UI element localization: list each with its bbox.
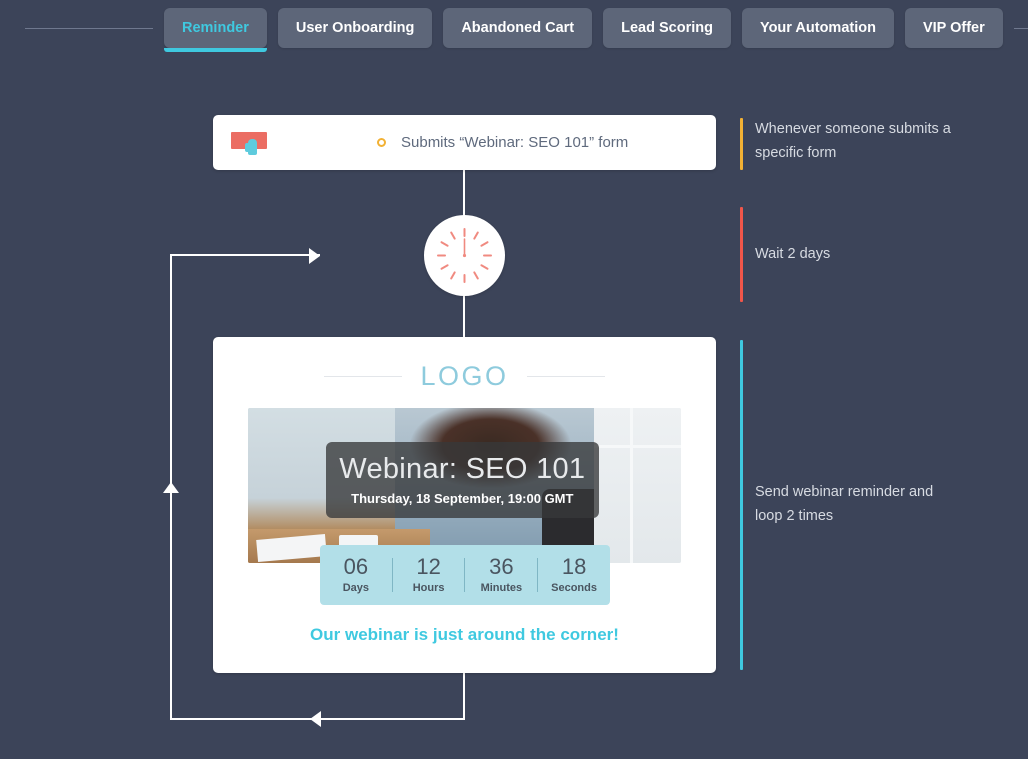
countdown-value: 12 <box>416 554 441 579</box>
hero-text-overlay: Webinar: SEO 101 Thursday, 18 September,… <box>325 442 599 519</box>
loop-line-top <box>170 254 320 256</box>
countdown-value: 06 <box>343 554 369 579</box>
countdown-cell-days: 06 Days <box>320 554 392 595</box>
hero-subtitle: Thursday, 18 September, 19:00 GMT <box>351 491 574 507</box>
countdown-value: 36 <box>489 554 514 579</box>
trigger-body: Submits “Webinar: SEO 101” form <box>377 134 628 151</box>
trigger-node-card[interactable]: Submits “Webinar: SEO 101” form <box>213 115 716 170</box>
countdown-cell-seconds: 18 Seconds <box>538 554 610 595</box>
email-hero-image: Webinar: SEO 101 Thursday, 18 September,… <box>248 408 681 563</box>
trigger-label: Submits “Webinar: SEO 101” form <box>401 134 629 151</box>
countdown-cell-minutes: 36 Minutes <box>465 554 537 595</box>
annotation-bar <box>740 340 743 670</box>
annotation-bar <box>740 207 743 302</box>
annotation-trigger: Whenever someone submits a specific form <box>740 118 951 170</box>
countdown-timer: 06 Days 12 Hours 36 Minutes 18 Seconds <box>320 545 610 605</box>
loop-arrow-up <box>163 482 179 493</box>
email-node-card[interactable]: LOGO Webinar: SEO 101 Thursday, 18 Septe… <box>213 337 716 673</box>
email-tagline: Our webinar is just around the corner! <box>310 625 619 644</box>
annotation-wait: Wait 2 days <box>740 207 830 302</box>
countdown-cell-hours: 12 Hours <box>393 554 465 595</box>
automation-flow-canvas: Submits “Webinar: SEO 101” form LOGO Web… <box>0 0 1028 759</box>
yellow-circle-icon <box>377 138 386 147</box>
annotation-bar <box>740 118 743 170</box>
email-logo: LOGO <box>420 361 509 391</box>
countdown-label: Minutes <box>480 582 523 594</box>
countdown-label: Days <box>342 582 370 594</box>
annotation-text: Wait 2 days <box>755 245 831 262</box>
connector-email-to-loop-bottom <box>463 672 465 720</box>
annotation-text: Send webinar reminder and loop 2 times <box>755 484 934 524</box>
loop-arrow-bottom <box>310 711 321 727</box>
logo-rule-left <box>324 376 403 377</box>
connector-clock-to-email <box>463 292 465 338</box>
loop-arrow-left <box>309 248 320 264</box>
connector-trigger-to-clock <box>463 170 465 218</box>
hero-title: Webinar: SEO 101 <box>339 452 586 485</box>
wait-node-clock[interactable] <box>424 215 505 296</box>
countdown-label: Seconds <box>551 582 597 594</box>
form-click-icon <box>231 130 269 156</box>
clock-icon <box>437 228 492 283</box>
email-logo-row: LOGO <box>213 361 716 392</box>
countdown-value: 18 <box>561 554 587 579</box>
countdown-label: Hours <box>412 582 445 594</box>
annotation-send: Send webinar reminder and loop 2 times <box>740 340 933 670</box>
logo-rule-right <box>526 376 605 377</box>
annotation-text: Whenever someone submits a specific form <box>755 121 951 161</box>
